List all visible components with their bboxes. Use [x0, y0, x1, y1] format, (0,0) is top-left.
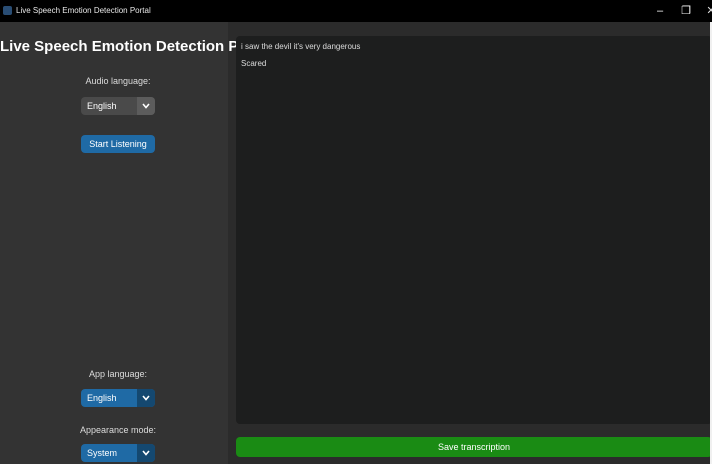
- sidebar: Live Speech Emotion Detection Portal Aud…: [0, 22, 271, 464]
- transcription-text: i saw the devil it's very dangerous: [241, 42, 361, 51]
- emotion-text: Scared: [241, 59, 267, 68]
- portal-title: Live Speech Emotion Detection Portal: [0, 38, 271, 55]
- title-bar[interactable]: Live Speech Emotion Detection Portal – ❐…: [0, 0, 712, 22]
- chevron-down-icon[interactable]: [137, 444, 155, 462]
- app-language-value: English: [87, 393, 117, 403]
- chevron-down-icon[interactable]: [137, 97, 155, 115]
- chevron-down-icon[interactable]: [137, 389, 155, 407]
- app-language-label: App language:: [88, 369, 148, 379]
- transcription-textbox[interactable]: i saw the devil it's very dangerous Scar…: [236, 36, 712, 424]
- app-icon: [3, 6, 12, 15]
- save-transcription-button[interactable]: Save transcription: [236, 437, 712, 457]
- close-button[interactable]: ✕: [702, 3, 712, 19]
- maximize-button[interactable]: ❐: [677, 3, 695, 19]
- appearance-mode-value: System: [87, 448, 118, 458]
- minimize-button[interactable]: –: [651, 3, 669, 19]
- start-listening-button[interactable]: Start Listening: [81, 135, 155, 153]
- audio-language-value: English: [87, 101, 117, 111]
- window-title: Live Speech Emotion Detection Portal: [16, 6, 151, 15]
- audio-language-label: Audio language:: [85, 76, 151, 86]
- app-window: Live Speech Emotion Detection Portal – ❐…: [0, 0, 712, 464]
- audio-language-dropdown[interactable]: English: [81, 97, 155, 115]
- appearance-mode-label: Appearance mode:: [79, 425, 157, 435]
- app-language-dropdown[interactable]: English: [81, 389, 155, 407]
- appearance-mode-dropdown[interactable]: System: [81, 444, 155, 462]
